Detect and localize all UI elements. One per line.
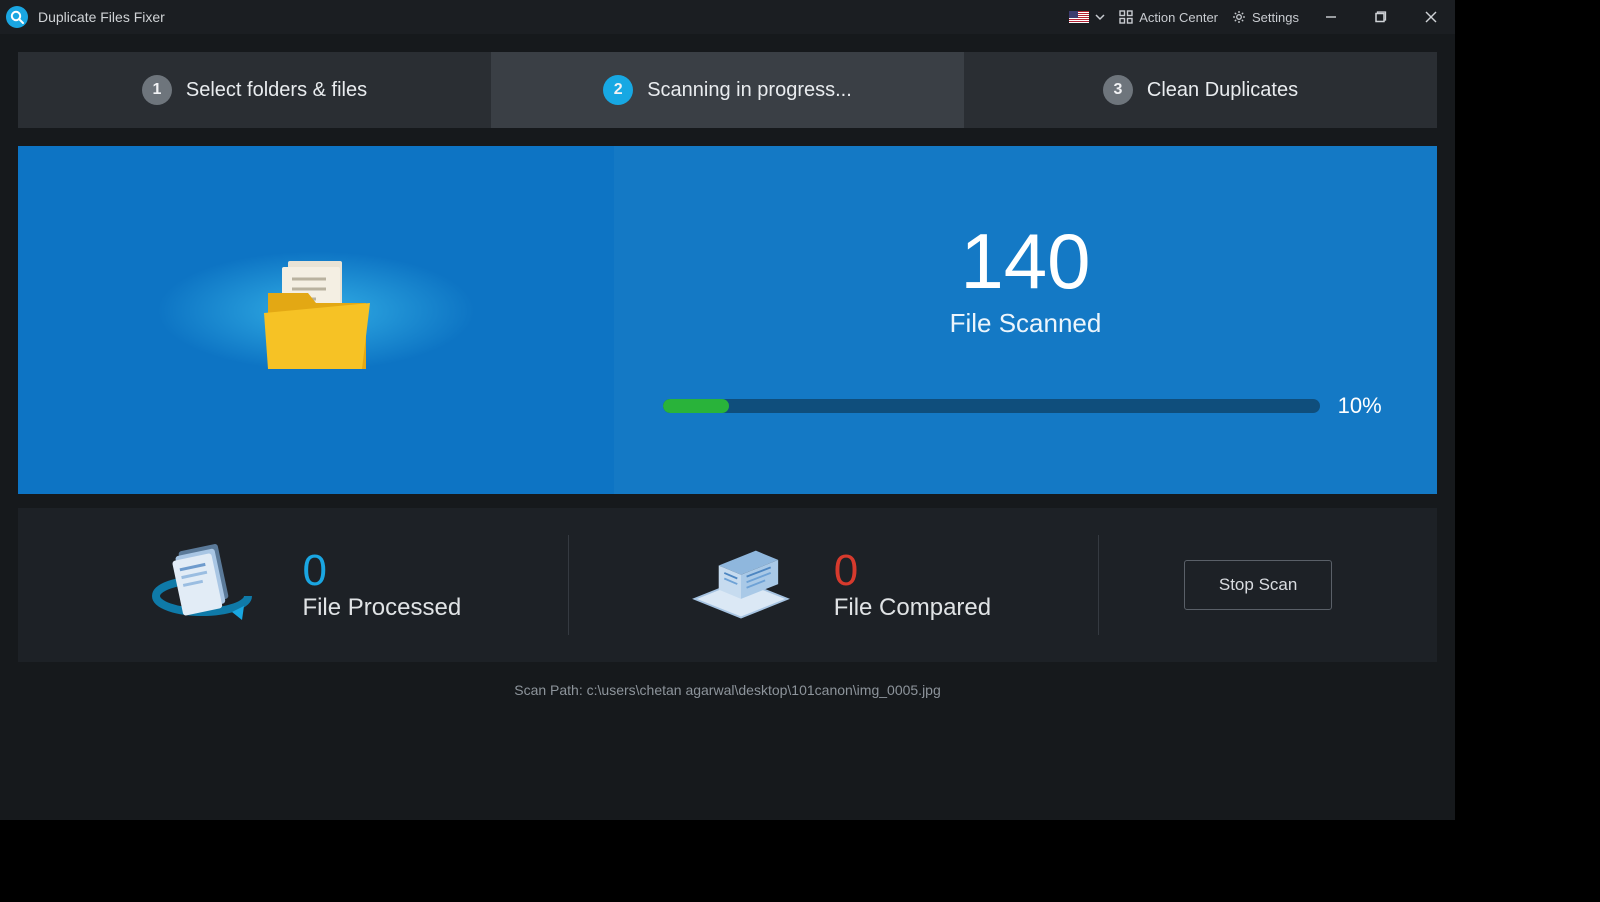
action-center-button[interactable]: Action Center bbox=[1119, 10, 1218, 25]
scan-path: Scan Path: c:\users\chetan agarwal\deskt… bbox=[0, 682, 1455, 698]
stats-panel: 0 File Processed bbox=[18, 508, 1437, 662]
progress-percent: 10% bbox=[1338, 393, 1388, 419]
step-label: Select folders & files bbox=[186, 79, 367, 102]
progress-bar bbox=[663, 399, 1319, 413]
files-compared-count: 0 bbox=[834, 548, 991, 594]
scan-path-value: c:\users\chetan agarwal\desktop\101canon… bbox=[587, 682, 941, 698]
file-compared-icon bbox=[676, 530, 806, 640]
stop-scan-button[interactable]: Stop Scan bbox=[1184, 560, 1332, 610]
language-selector[interactable] bbox=[1069, 11, 1105, 23]
step-number: 1 bbox=[142, 75, 172, 105]
file-processed-icon bbox=[144, 530, 274, 640]
titlebar: Duplicate Files Fixer Action Center bbox=[0, 0, 1455, 34]
grid-icon bbox=[1119, 10, 1133, 24]
scan-progress-pane: 140 File Scanned 10% bbox=[614, 146, 1437, 494]
flag-us-icon bbox=[1069, 11, 1089, 23]
step-label: Clean Duplicates bbox=[1147, 79, 1298, 102]
action-center-label: Action Center bbox=[1139, 10, 1218, 25]
stat-compared: 0 File Compared bbox=[569, 530, 1099, 640]
step-clean-duplicates[interactable]: 3 Clean Duplicates bbox=[964, 52, 1437, 128]
maximize-button[interactable] bbox=[1363, 3, 1399, 31]
close-button[interactable] bbox=[1413, 3, 1449, 31]
chevron-down-icon bbox=[1095, 12, 1105, 22]
step-number: 2 bbox=[603, 75, 633, 105]
files-processed-label: File Processed bbox=[302, 594, 461, 622]
step-select-folders[interactable]: 1 Select folders & files bbox=[18, 52, 491, 128]
progress-row: 10% bbox=[663, 393, 1387, 419]
app-logo-icon bbox=[6, 6, 28, 28]
files-processed-count: 0 bbox=[302, 548, 461, 594]
app-title: Duplicate Files Fixer bbox=[38, 9, 165, 25]
wizard-steps: 1 Select folders & files 2 Scanning in p… bbox=[18, 52, 1437, 128]
gear-icon bbox=[1232, 10, 1246, 24]
files-scanned-count: 140 bbox=[960, 222, 1090, 300]
minimize-button[interactable] bbox=[1313, 3, 1349, 31]
arrow-notch bbox=[596, 300, 614, 340]
files-scanned-label: File Scanned bbox=[950, 308, 1102, 339]
step-number: 3 bbox=[1103, 75, 1133, 105]
settings-button[interactable]: Settings bbox=[1232, 10, 1299, 25]
scan-panel: 140 File Scanned 10% bbox=[18, 146, 1437, 494]
scan-visual-pane bbox=[18, 146, 614, 494]
stat-processed: 0 File Processed bbox=[38, 530, 568, 640]
app-window: Duplicate Files Fixer Action Center bbox=[0, 0, 1455, 820]
step-label: Scanning in progress... bbox=[647, 79, 852, 102]
settings-label: Settings bbox=[1252, 10, 1299, 25]
step-scanning: 2 Scanning in progress... bbox=[491, 52, 964, 128]
scan-path-label: Scan Path: bbox=[514, 682, 586, 698]
files-compared-label: File Compared bbox=[834, 594, 991, 622]
progress-fill bbox=[663, 399, 729, 413]
folder-scanning-icon bbox=[246, 253, 386, 388]
